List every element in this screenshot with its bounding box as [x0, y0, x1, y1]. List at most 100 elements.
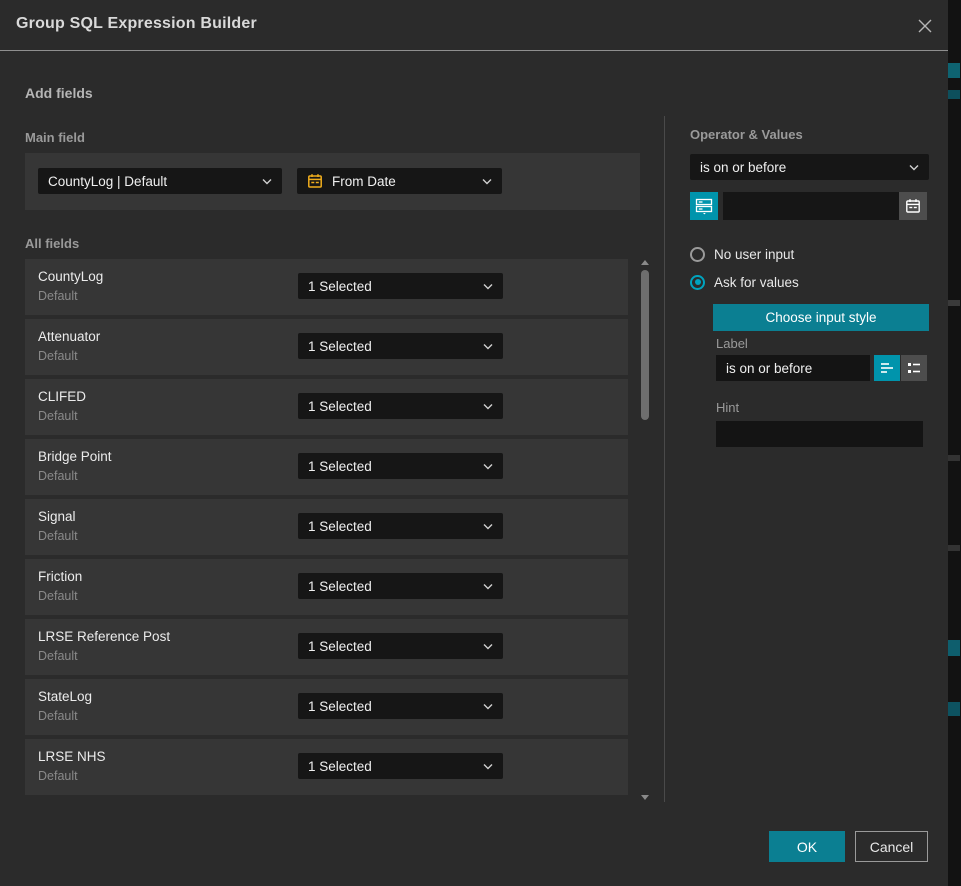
radio-ask-for-values-label: Ask for values [714, 275, 799, 290]
field-row: Signal Default 1 Selected [25, 499, 628, 555]
field-default-label: Default [38, 409, 78, 423]
field-default-label: Default [38, 349, 78, 363]
field-row: LRSE NHS Default 1 Selected [25, 739, 628, 795]
cancel-button[interactable]: Cancel [855, 831, 928, 862]
strip-marker [948, 640, 960, 656]
radio-icon [690, 247, 705, 262]
chevron-down-icon [483, 463, 493, 470]
field-name: Attenuator [38, 329, 100, 344]
field-row: CLIFED Default 1 Selected [25, 379, 628, 435]
field-selection-dropdown[interactable]: 1 Selected [298, 513, 503, 539]
choose-input-style-button[interactable]: Choose input style [713, 304, 929, 331]
field-selection-dropdown[interactable]: 1 Selected [298, 573, 503, 599]
strip-marker [948, 702, 960, 716]
radio-no-user-input-label: No user input [714, 247, 794, 262]
field-default-label: Default [38, 769, 78, 783]
field-selection-dropdown[interactable]: 1 Selected [298, 333, 503, 359]
field-selection-value: 1 Selected [308, 459, 372, 474]
field-default-label: Default [38, 529, 78, 543]
field-default-label: Default [38, 589, 78, 603]
field-selection-dropdown[interactable]: 1 Selected [298, 753, 503, 779]
chevron-down-icon [483, 403, 493, 410]
main-field-heading: Main field [25, 130, 85, 145]
field-name: Bridge Point [38, 449, 112, 464]
field-selection-value: 1 Selected [308, 699, 372, 714]
hint-input[interactable] [716, 421, 923, 447]
field-selection-value: 1 Selected [308, 759, 372, 774]
field-row: LRSE Reference Post Default 1 Selected [25, 619, 628, 675]
dialog-title: Group SQL Expression Builder [16, 15, 257, 33]
strip-marker [948, 545, 960, 551]
field-name: StateLog [38, 689, 92, 704]
chevron-down-icon [483, 583, 493, 590]
chevron-down-icon [483, 343, 493, 350]
group-sql-expression-builder-dialog: Group SQL Expression Builder Add fields … [0, 0, 948, 886]
field-selection-dropdown[interactable]: 1 Selected [298, 273, 503, 299]
text-style-align-left-icon[interactable] [874, 355, 900, 381]
chevron-down-icon [909, 164, 919, 171]
all-fields-list: CountyLog Default 1 Selected Attenuator Defa… [25, 259, 628, 799]
unique-values-button[interactable] [690, 192, 718, 220]
scrollbar-thumb[interactable] [641, 270, 649, 420]
main-layer-dropdown[interactable]: CountyLog | Default [38, 168, 282, 194]
field-name: Friction [38, 569, 82, 584]
date-picker-button[interactable] [899, 192, 927, 220]
field-row: Attenuator Default 1 Selected [25, 319, 628, 375]
field-name: Signal [38, 509, 76, 524]
radio-ask-for-values[interactable]: Ask for values [690, 273, 799, 291]
field-selection-value: 1 Selected [308, 639, 372, 654]
chevron-down-icon [482, 178, 492, 185]
strip-marker [948, 455, 960, 461]
add-fields-heading: Add fields [25, 85, 93, 101]
field-selection-dropdown[interactable]: 1 Selected [298, 393, 503, 419]
fields-list-scrollbar[interactable] [640, 258, 650, 802]
main-field-panel: CountyLog | Default From Date [25, 153, 640, 210]
operator-dropdown[interactable]: is on or before [690, 154, 929, 180]
field-selection-dropdown[interactable]: 1 Selected [298, 453, 503, 479]
list-style-icon[interactable] [901, 355, 927, 381]
strip-marker [948, 63, 960, 78]
chevron-down-icon [262, 178, 272, 185]
field-row: Bridge Point Default 1 Selected [25, 439, 628, 495]
field-selection-dropdown[interactable]: 1 Selected [298, 693, 503, 719]
strip-marker [948, 300, 960, 306]
chevron-down-icon [483, 763, 493, 770]
chevron-down-icon [483, 643, 493, 650]
radio-selected-icon [690, 275, 705, 290]
main-date-field-dropdown[interactable]: From Date [297, 168, 502, 194]
field-row: StateLog Default 1 Selected [25, 679, 628, 735]
value-input[interactable] [723, 192, 899, 220]
main-date-field-value: From Date [332, 174, 396, 189]
field-name: CountyLog [38, 269, 103, 284]
hint-caption: Hint [716, 400, 739, 415]
field-name: LRSE NHS [38, 749, 106, 764]
calendar-icon [307, 173, 323, 189]
field-default-label: Default [38, 289, 78, 303]
field-name: LRSE Reference Post [38, 629, 170, 644]
field-selection-dropdown[interactable]: 1 Selected [298, 633, 503, 659]
panel-divider [664, 116, 665, 802]
field-row: Friction Default 1 Selected [25, 559, 628, 615]
field-default-label: Default [38, 469, 78, 483]
operator-values-heading: Operator & Values [690, 127, 803, 142]
close-icon[interactable] [914, 15, 936, 37]
field-default-label: Default [38, 649, 78, 663]
dialog-header: Group SQL Expression Builder [0, 0, 948, 51]
scroll-down-arrow-icon[interactable] [641, 795, 649, 800]
chevron-down-icon [483, 703, 493, 710]
field-selection-value: 1 Selected [308, 339, 372, 354]
operator-dropdown-value: is on or before [700, 160, 786, 175]
ok-button[interactable]: OK [769, 831, 845, 862]
field-name: CLIFED [38, 389, 86, 404]
chevron-down-icon [483, 523, 493, 530]
field-selection-value: 1 Selected [308, 579, 372, 594]
field-selection-value: 1 Selected [308, 279, 372, 294]
label-input[interactable] [716, 355, 870, 381]
background-app-strip [947, 0, 961, 886]
chevron-down-icon [483, 283, 493, 290]
field-default-label: Default [38, 709, 78, 723]
field-row: CountyLog Default 1 Selected [25, 259, 628, 315]
page: Group SQL Expression Builder Add fields … [0, 0, 961, 886]
radio-no-user-input[interactable]: No user input [690, 245, 794, 263]
scroll-up-arrow-icon[interactable] [641, 260, 649, 265]
